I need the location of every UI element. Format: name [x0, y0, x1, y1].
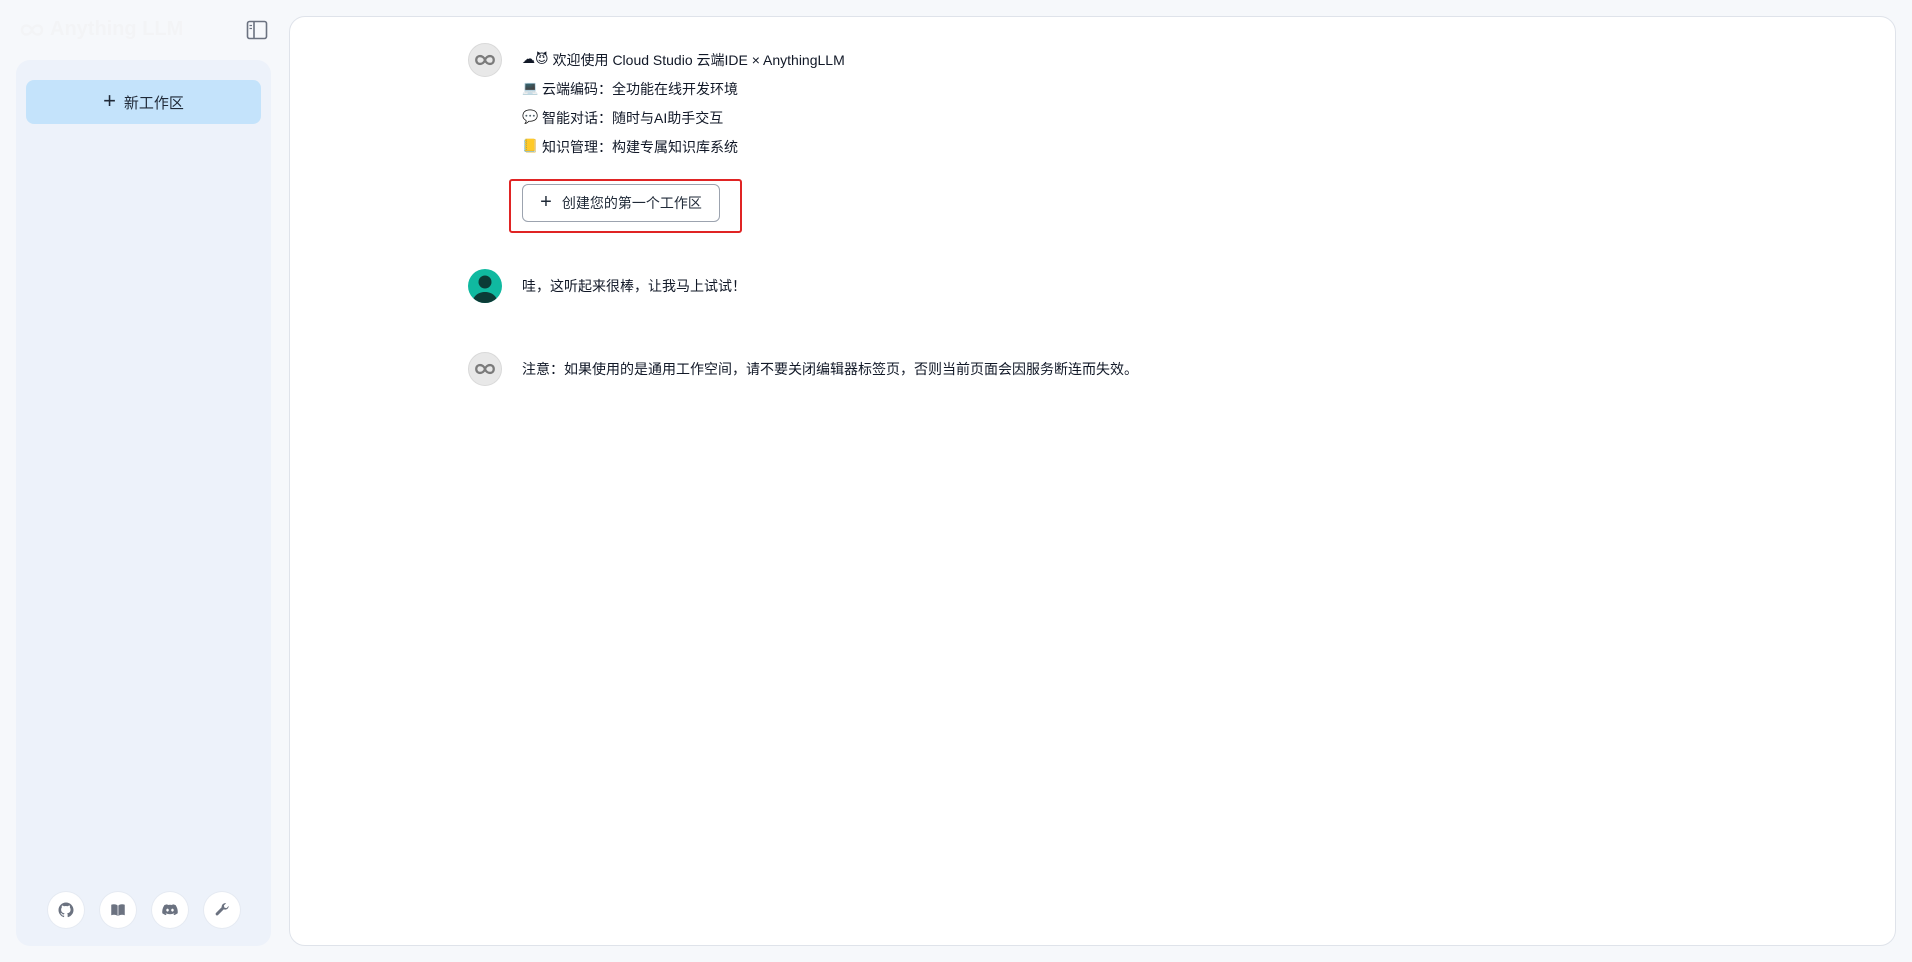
user-avatar — [468, 269, 502, 303]
assistant-avatar — [468, 43, 502, 77]
user-message: 哇，这听起来很棒，让我马上试试！ — [468, 269, 746, 303]
brand-name: Anything LLM — [50, 18, 184, 40]
github-button[interactable] — [47, 892, 84, 928]
assistant-avatar — [468, 352, 502, 386]
welcome-title: 欢迎使用 Cloud Studio 云端IDE × AnythingLLM — [552, 51, 845, 68]
feature-item: 💬 智能对话：随时与AI助手交互 — [522, 103, 845, 132]
cloud-devil-emoji: ☁😈 — [522, 52, 549, 67]
new-workspace-label: 新工作区 — [123, 94, 184, 112]
github-icon — [58, 902, 73, 918]
assistant-note-message: 注意：如果使用的是通用工作空间，请不要关闭编辑器标签页，否则当前页面会因服务断连… — [468, 352, 1138, 386]
note-text: 注意：如果使用的是通用工作空间，请不要关闭编辑器标签页，否则当前页面会因服务断连… — [522, 361, 1138, 377]
discord-icon — [161, 904, 178, 916]
feature-text: 智能对话：随时与AI助手交互 — [542, 109, 724, 126]
docs-button[interactable] — [99, 892, 136, 928]
feature-text: 云端编码：全功能在线开发环境 — [542, 80, 738, 97]
anythingllm-logo-icon — [475, 54, 495, 66]
sidebar-footer — [16, 892, 271, 928]
chat-panel: ☁😈 欢迎使用 Cloud Studio 云端IDE × AnythingLLM… — [289, 16, 1896, 946]
brand-logo: Anything LLM — [20, 18, 183, 41]
book-icon — [110, 904, 125, 916]
sidebar-toggle-icon — [246, 20, 268, 40]
feature-text: 知识管理：构建专属知识库系统 — [542, 138, 738, 155]
feature-item: 📒 知识管理：构建专属知识库系统 — [522, 132, 845, 161]
feature-item: 💻 云端编码：全功能在线开发环境 — [522, 74, 845, 103]
user-message-text: 哇，这听起来很棒，让我马上试试！ — [522, 278, 746, 294]
chat-bubble-icon: 💬 — [522, 110, 539, 125]
laptop-icon: 💻 — [522, 81, 539, 96]
discord-button[interactable] — [151, 892, 188, 928]
plus-icon: + — [540, 191, 552, 213]
plus-icon: + — [103, 88, 116, 113]
new-workspace-button[interactable]: + 新工作区 — [26, 80, 261, 124]
create-first-workspace-button[interactable]: + 创建您的第一个工作区 — [522, 184, 720, 222]
sidebar: + 新工作区 — [16, 60, 271, 946]
user-icon — [472, 275, 498, 303]
anythingllm-logo-icon — [475, 363, 495, 375]
assistant-welcome-message: ☁😈 欢迎使用 Cloud Studio 云端IDE × AnythingLLM… — [468, 43, 845, 161]
wrench-icon — [215, 903, 229, 916]
create-first-workspace-label: 创建您的第一个工作区 — [561, 195, 702, 211]
settings-button[interactable] — [203, 892, 240, 928]
sidebar-toggle-button[interactable] — [245, 18, 269, 42]
app-root: Anything LLM + 新工作区 ☁😈 欢迎使用 Cloud Studio… — [0, 0, 1912, 962]
anythingllm-logo-icon — [20, 23, 44, 36]
ledger-icon: 📒 — [522, 139, 539, 154]
